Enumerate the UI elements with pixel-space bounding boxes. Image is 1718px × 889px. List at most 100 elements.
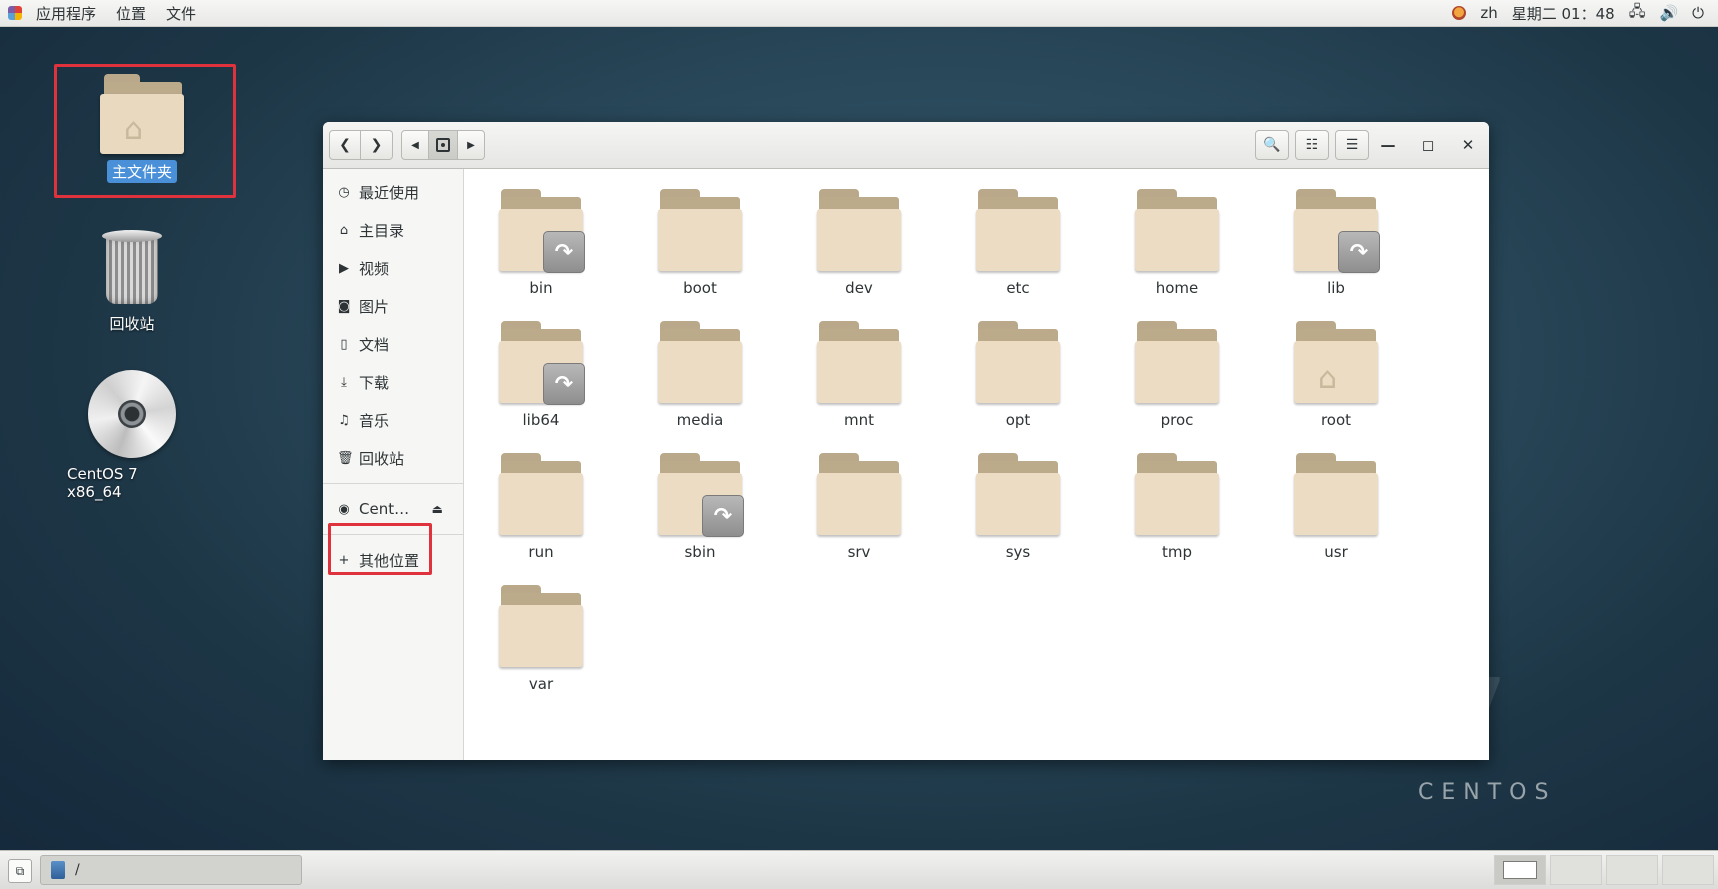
language-indicator[interactable]: zh — [1480, 4, 1497, 22]
folder-item[interactable]: etc — [958, 189, 1078, 297]
list-view-icon: ☷ — [1305, 137, 1319, 153]
workspace-3[interactable] — [1606, 855, 1658, 885]
desktop-trash[interactable]: 回收站 — [74, 230, 190, 335]
folder-item[interactable]: run — [481, 453, 601, 561]
sidebar-item-downloads[interactable]: ⤓ 下载 — [323, 363, 463, 401]
path-scroll-right-button[interactable]: ▶ — [457, 130, 485, 160]
sidebar-item-label: 回收站 — [359, 449, 405, 468]
sidebar-item-music[interactable]: ♫ 音乐 — [323, 401, 463, 439]
path-scroll-left-button[interactable]: ◀ — [401, 130, 429, 160]
sidebar-item-home[interactable]: ⌂ 主目录 — [323, 211, 463, 249]
forward-button[interactable]: ❯ — [361, 130, 393, 160]
folder-item[interactable]: ↷ sbin — [640, 453, 760, 561]
file-manager-window: ❮ ❯ ◀ ▶ 🔍 ☷ ☰ — ◻ ✕ ◷ 最近使用 ⌂ 主目录 ▶ 视频 ◙ 图片 ▯… — [323, 122, 1489, 760]
network-icon[interactable]: 🖧 — [1629, 1, 1646, 26]
home-icon: ⌂ — [339, 222, 349, 238]
folder-item[interactable]: usr — [1276, 453, 1396, 561]
sidebar-item-videos[interactable]: ▶ 视频 — [323, 249, 463, 287]
power-icon[interactable]: ⏻ — [1692, 4, 1704, 22]
triangle-right-icon: ▶ — [467, 139, 475, 151]
folder-item[interactable]: opt — [958, 321, 1078, 429]
eject-icon[interactable]: ⏏ — [432, 502, 443, 516]
folder-item[interactable]: home — [1117, 189, 1237, 297]
desktop-icon-label: CentOS 7 x86_64 — [67, 465, 138, 501]
document-icon: ▯ — [340, 336, 348, 352]
folder-item[interactable]: boot — [640, 189, 760, 297]
desktop-icon-label: 主文件夹 — [106, 160, 177, 183]
back-button[interactable]: ❮ — [329, 130, 361, 160]
folder-item[interactable]: sys — [958, 453, 1078, 561]
folder-icon: ↷ — [499, 321, 585, 405]
sidebar-item-label: 视频 — [359, 259, 390, 278]
folder-item[interactable]: var — [481, 585, 601, 693]
folder-icon — [976, 453, 1060, 535]
workspace-1[interactable] — [1494, 855, 1546, 885]
folder-name: bin — [529, 279, 553, 297]
close-icon[interactable]: ✕ — [1455, 130, 1481, 160]
top-menu: 应用程序 位置 文件 — [0, 0, 206, 26]
download-icon: ⤓ — [341, 374, 347, 390]
clock[interactable]: 星期二 01：48 — [1512, 3, 1615, 24]
folder-item[interactable]: ↷ lib — [1276, 189, 1396, 297]
sidebar-item-pictures[interactable]: ◙ 图片 — [323, 287, 463, 325]
search-button[interactable]: 🔍 — [1255, 130, 1289, 160]
home-emblem-icon: ⌂ — [1318, 361, 1338, 396]
sidebar-item-recent[interactable]: ◷ 最近使用 — [323, 173, 463, 211]
folder-icon — [658, 189, 742, 271]
path-root-button[interactable] — [429, 130, 457, 160]
desktop-cdrom[interactable]: CentOS 7 x86_64 — [62, 370, 202, 502]
home-folder-icon: ⌂ — [100, 74, 184, 154]
folder-icon — [1135, 453, 1219, 535]
chevron-left-icon: ❮ — [339, 137, 351, 153]
folder-icon — [976, 321, 1060, 403]
folder-item[interactable]: proc — [1117, 321, 1237, 429]
files-menu[interactable]: 文件 — [156, 3, 206, 24]
folder-icon — [1135, 321, 1219, 403]
menu-button[interactable]: ☰ — [1335, 130, 1369, 160]
folder-name: srv — [847, 543, 871, 561]
folder-name: tmp — [1161, 543, 1192, 561]
places-menu[interactable]: 位置 — [106, 3, 156, 24]
folder-name: sbin — [684, 543, 716, 561]
workspace-2[interactable] — [1550, 855, 1602, 885]
workspace-switcher — [1494, 855, 1714, 885]
folder-icon: ↷ — [658, 453, 744, 537]
folder-item[interactable]: ↷ lib64 — [481, 321, 601, 429]
folder-name: proc — [1160, 411, 1194, 429]
folder-icon: ⌂ — [1294, 321, 1378, 403]
folder-item[interactable]: srv — [799, 453, 919, 561]
folder-item[interactable]: mnt — [799, 321, 919, 429]
folder-item[interactable]: ↷ bin — [481, 189, 601, 297]
applications-icon[interactable] — [8, 6, 22, 20]
input-method-icon[interactable] — [1452, 6, 1467, 20]
taskbar-window-button[interactable]: / — [40, 855, 302, 885]
folder-item[interactable]: ⌂ root — [1276, 321, 1396, 429]
other-locations-highlight — [328, 523, 432, 575]
window-controls: — ◻ ✕ — [1375, 130, 1481, 160]
applications-menu[interactable]: 应用程序 — [26, 3, 106, 24]
sidebar-item-label: 最近使用 — [359, 183, 420, 202]
folder-item[interactable]: media — [640, 321, 760, 429]
folder-item[interactable]: tmp — [1117, 453, 1237, 561]
volume-icon[interactable]: 🔊 — [1659, 4, 1678, 22]
sidebar-item-trash[interactable]: 🗑 回收站 — [323, 439, 463, 477]
minimize-icon[interactable]: — — [1375, 130, 1401, 160]
nav-buttons: ❮ ❯ — [329, 130, 393, 160]
maximize-icon[interactable]: ◻ — [1415, 130, 1441, 160]
folder-name: home — [1155, 279, 1199, 297]
taskbar-window-label: / — [75, 862, 80, 878]
folder-icon — [1135, 189, 1219, 271]
desktop-home-folder[interactable]: ⌂ 主文件夹 — [84, 74, 200, 183]
trash-icon — [100, 230, 164, 306]
folder-name: root — [1320, 411, 1352, 429]
folder-icon: ↷ — [499, 189, 585, 273]
folder-name: dev — [845, 279, 873, 297]
camera-icon: ◙ — [337, 298, 351, 314]
workspace-4[interactable] — [1662, 855, 1714, 885]
sidebar-item-documents[interactable]: ▯ 文档 — [323, 325, 463, 363]
folder-item[interactable]: dev — [799, 189, 919, 297]
view-mode-button[interactable]: ☷ — [1295, 130, 1329, 160]
folder-name: mnt — [844, 411, 874, 429]
show-desktop-icon[interactable]: ⧉ — [8, 859, 32, 883]
symlink-arrow-icon: ↷ — [543, 231, 585, 273]
